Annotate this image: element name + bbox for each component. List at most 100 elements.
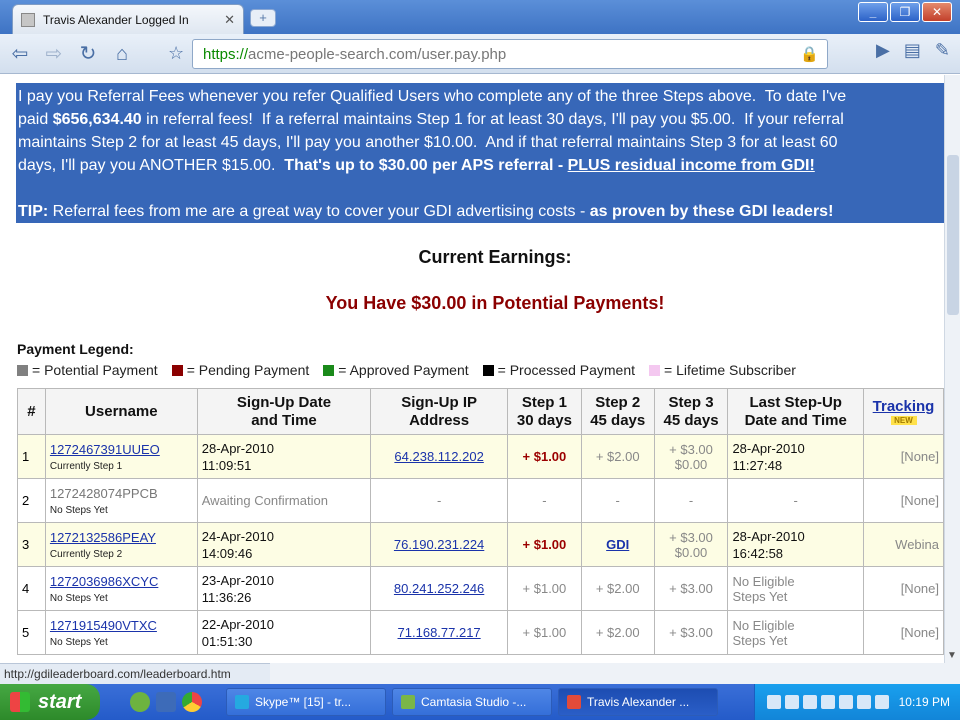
- windows-logo-icon: [10, 692, 30, 712]
- chrome-icon[interactable]: [182, 692, 202, 712]
- user-status: Currently Step 2: [49, 548, 123, 560]
- row-num: 5: [17, 610, 46, 655]
- step2-cell: + $2.00: [580, 566, 655, 611]
- quicklaunch-app-icon[interactable]: [156, 692, 176, 712]
- browser-tab[interactable]: Travis Alexander Logged In ✕: [12, 4, 244, 34]
- tab-title: Travis Alexander Logged In: [43, 12, 189, 27]
- tray-app-icon[interactable]: [856, 695, 871, 709]
- close-window-button[interactable]: ✕: [922, 2, 952, 22]
- back-arrow-icon[interactable]: ⇦: [6, 40, 34, 68]
- taskbar-item-camtasia[interactable]: Camtasia Studio -...: [392, 688, 552, 716]
- table-row: 1 1272467391UUEO Currently Step 1 28-Apr-…: [17, 434, 944, 479]
- page-favicon-icon: [21, 12, 35, 27]
- table-row: 4 1272036986XCYC No Steps Yet 23-Apr-2010…: [17, 566, 944, 611]
- col-step3: Step 3 45 days: [653, 388, 729, 435]
- table-row: 3 1272132586PEAY Currently Step 2 24-Apr-…: [17, 522, 944, 567]
- last-stepup-cell: No Eligible Steps Yet: [727, 610, 865, 655]
- start-button[interactable]: start: [0, 684, 100, 720]
- tracking-cell: [None]: [863, 434, 944, 479]
- referral-paragraph: I pay you Referral Fees whenever you ref…: [18, 88, 847, 174]
- skype-icon: [235, 695, 249, 709]
- step1-cell: + $1.00: [507, 610, 582, 655]
- tray-app-icon[interactable]: [838, 695, 853, 709]
- tray-app-icon[interactable]: [784, 695, 799, 709]
- signup-date-cell: 22-Apr-2010 01:51:30: [196, 610, 372, 655]
- signup-date-cell: 28-Apr-2010 11:09:51: [196, 434, 372, 479]
- quicklaunch-app-icon[interactable]: [130, 692, 150, 712]
- username-link[interactable]: 1272467391UUEO: [50, 442, 160, 457]
- scroll-down-icon[interactable]: ▼: [947, 650, 957, 661]
- horizontal-scrollbar[interactable]: [270, 663, 960, 684]
- signup-date-cell: 24-Apr-2010 14:09:46: [196, 522, 372, 567]
- legend-pending: = Pending Payment: [171, 362, 309, 378]
- username-text: 1272428074PPCB: [49, 485, 158, 501]
- tray-app-icon[interactable]: [820, 695, 835, 709]
- user-status: No Steps Yet: [49, 504, 108, 516]
- table-header-row: # Username Sign-Up Date and Time Sign-Up …: [17, 388, 944, 435]
- camtasia-icon: [401, 695, 415, 709]
- selected-text-block: I pay you Referral Fees whenever you ref…: [16, 83, 944, 223]
- gdi-income-link[interactable]: PLUS residual income from GDI!: [568, 157, 815, 174]
- ip-link[interactable]: 64.238.112.202: [394, 449, 483, 464]
- user-status: No Steps Yet: [49, 592, 108, 604]
- tray-app-icon[interactable]: [874, 695, 889, 709]
- clock[interactable]: 10:19 PM: [899, 695, 950, 709]
- user-status: No Steps Yet: [49, 636, 108, 648]
- legend-lifetime: = Lifetime Subscriber: [649, 362, 796, 378]
- username-cell: 1272428074PPCB No Steps Yet: [44, 478, 198, 523]
- signup-date-cell: 23-Apr-2010 11:36:26: [196, 566, 372, 611]
- ip-cell: 71.168.77.217: [370, 610, 508, 655]
- row-num: 4: [17, 566, 46, 611]
- chrome-icon: [567, 695, 581, 709]
- forward-arrow-icon[interactable]: ⇨: [40, 40, 68, 68]
- ip-cell: 80.241.252.246: [370, 566, 508, 611]
- username-link[interactable]: 1272036986XCYC: [50, 574, 158, 589]
- home-icon[interactable]: ⌂: [108, 40, 136, 68]
- row-num: 1: [17, 434, 46, 479]
- tray-app-icon[interactable]: [766, 695, 781, 709]
- window-controls: _ ❐ ✕: [858, 2, 952, 22]
- page-menu-icon[interactable]: ▤: [904, 40, 921, 61]
- taskbar-item-browser[interactable]: Travis Alexander ...: [558, 688, 718, 716]
- new-tab-button[interactable]: +: [250, 9, 276, 27]
- minimize-button[interactable]: _: [858, 2, 888, 22]
- col-signup-date: Sign-Up Date and Time: [196, 388, 372, 435]
- lock-icon[interactable]: 🔒: [800, 45, 819, 63]
- legend-potential: = Potential Payment: [17, 362, 158, 378]
- current-earnings-title: Current Earnings:: [418, 247, 572, 267]
- step1-cell: -: [507, 478, 582, 523]
- tab-close-icon[interactable]: ✕: [224, 12, 235, 28]
- col-step2: Step 2 45 days: [580, 388, 655, 435]
- scrollbar-thumb[interactable]: [947, 155, 959, 315]
- step3-cell: + $3.00 $0.00: [653, 434, 729, 479]
- tray-app-icon[interactable]: [802, 695, 817, 709]
- play-icon[interactable]: ▶: [876, 40, 890, 61]
- username-link[interactable]: 1272132586PEAY: [50, 530, 156, 545]
- last-stepup-cell: No Eligible Steps Yet: [727, 566, 865, 611]
- last-stepup-cell: -: [727, 478, 865, 523]
- tracking-cell: [None]: [863, 566, 944, 611]
- ip-cell: 76.190.231.224: [370, 522, 508, 567]
- bookmark-star-icon[interactable]: ☆: [168, 43, 184, 64]
- step2-cell: -: [580, 478, 655, 523]
- last-stepup-cell: 28-Apr-2010 16:42:58: [727, 522, 865, 567]
- username-link[interactable]: 1271915490VTXC: [50, 618, 157, 633]
- payment-legend: = Potential Payment = Pending Payment = …: [17, 362, 796, 378]
- taskbar-item-skype[interactable]: Skype™ [15] - tr...: [226, 688, 386, 716]
- address-bar[interactable]: https:// acme-people-search.com/user.pay…: [192, 39, 828, 69]
- maximize-button[interactable]: ❐: [890, 2, 920, 22]
- gdi-link[interactable]: GDI: [606, 537, 629, 552]
- url-scheme: https://: [203, 45, 249, 63]
- username-cell: 1271915490VTXC No Steps Yet: [44, 610, 198, 655]
- ip-link[interactable]: 80.241.252.246: [394, 581, 484, 596]
- col-tracking[interactable]: Tracking NEW: [863, 388, 944, 435]
- vertical-scrollbar[interactable]: ▼: [944, 75, 960, 663]
- col-step1: Step 1 30 days: [507, 388, 582, 435]
- ip-cell: -: [370, 478, 508, 523]
- username-cell: 1272467391UUEO Currently Step 1: [44, 434, 198, 479]
- wrench-icon[interactable]: ✎: [935, 40, 950, 61]
- reload-icon[interactable]: ↻: [74, 40, 102, 68]
- signup-date-cell: Awaiting Confirmation: [196, 478, 372, 523]
- ip-link[interactable]: 71.168.77.217: [398, 625, 481, 640]
- ip-link[interactable]: 76.190.231.224: [394, 537, 484, 552]
